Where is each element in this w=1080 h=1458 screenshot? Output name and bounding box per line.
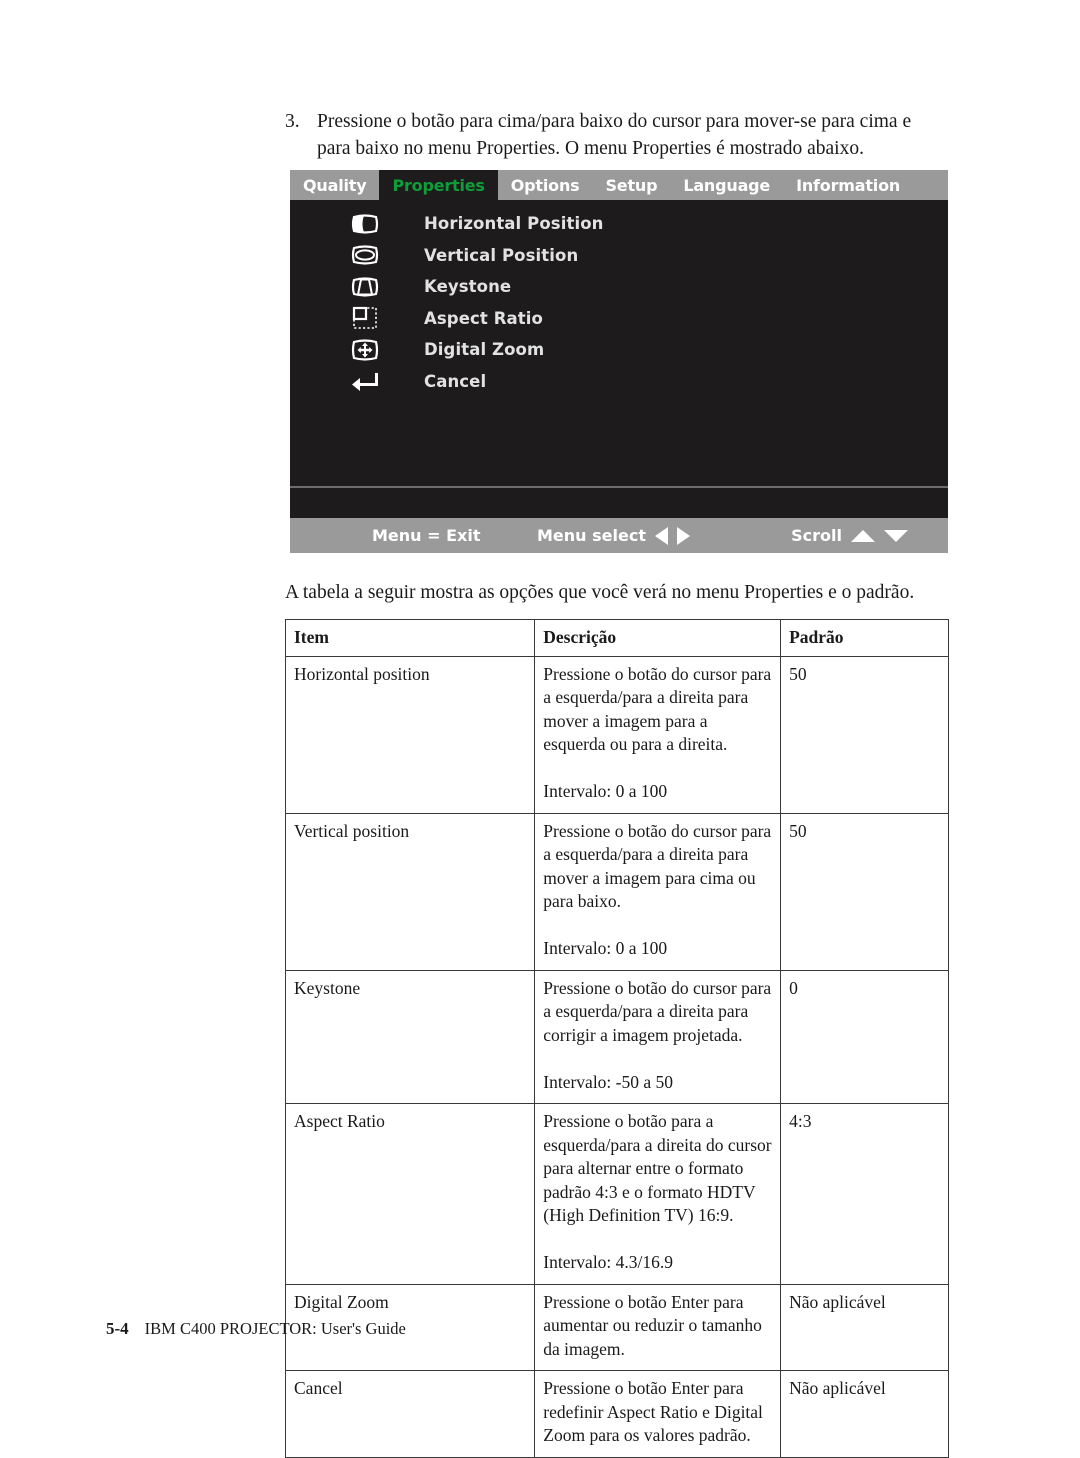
osd-tab-quality[interactable]: Quality — [290, 170, 379, 200]
osd-tab-options[interactable]: Options — [498, 170, 593, 200]
osd-item-digital-zoom[interactable]: Digital Zoom — [290, 334, 948, 366]
cell-range-text: Intervalo: 0 a 100 — [543, 781, 668, 801]
table-intro-text: A tabela a seguir mostra as opções que v… — [285, 582, 915, 603]
table-row: Cancel Pressione o botão Enter para rede… — [284, 1370, 949, 1458]
cell-descricao: Pressione o botão para a esquerda/para a… — [534, 1103, 782, 1285]
osd-footer-exit-label: Menu = Exit — [372, 526, 481, 545]
osd-item-horizontal-position[interactable]: Horizontal Position — [290, 208, 948, 240]
arrow-right-icon — [676, 526, 690, 545]
table-header-row: Item Descrição Padrão — [284, 619, 949, 657]
arrow-up-icon — [851, 529, 875, 542]
osd-item-label: Horizontal Position — [424, 214, 604, 234]
cell-description-text: Pressione o botão para a esquerda/para a… — [543, 1111, 772, 1225]
column-header-padrao: Padrão — [780, 619, 949, 657]
cell-padrao: 0 — [780, 969, 949, 1104]
cell-description-text: Pressione o botão do cursor para a esque… — [543, 820, 772, 912]
horizontal-position-icon — [348, 211, 382, 237]
osd-tab-information[interactable]: Information — [783, 170, 913, 200]
cell-spacer — [543, 757, 772, 781]
page-footer: 5-4 IBM C400 PROJECTOR: User's Guide — [106, 1319, 406, 1339]
cell-item: Vertical position — [284, 812, 536, 971]
osd-footer-menu-select: Menu select — [537, 526, 690, 545]
osd-item-label: Keystone — [424, 277, 512, 297]
cell-range-text: Intervalo: 0 a 100 — [543, 938, 668, 958]
cell-descricao: Pressione o botão Enter para aumentar ou… — [534, 1283, 782, 1371]
cell-range-text: Intervalo: 4.3/16.9 — [543, 1252, 674, 1272]
page-footer-title: IBM C400 PROJECTOR: User's Guide — [144, 1319, 406, 1338]
osd-item-label: Cancel — [424, 371, 487, 391]
enter-return-icon — [348, 368, 382, 394]
cell-padrao: 4:3 — [780, 1103, 949, 1285]
cell-item: Keystone — [284, 969, 536, 1104]
aspect-ratio-icon — [348, 305, 382, 331]
osd-footer-scroll-label: Scroll — [791, 526, 842, 545]
cell-spacer — [543, 914, 772, 938]
osd-item-aspect-ratio[interactable]: Aspect Ratio — [290, 303, 948, 335]
osd-tab-properties[interactable]: Properties — [379, 170, 498, 200]
step-number: 3. — [285, 111, 300, 132]
keystone-icon — [348, 274, 382, 300]
osd-footer-select-label: Menu select — [537, 526, 646, 545]
cell-descricao: Pressione o botão do cursor para a esque… — [534, 969, 782, 1104]
cell-spacer — [543, 1047, 772, 1071]
osd-item-label: Digital Zoom — [424, 340, 545, 360]
vertical-position-icon — [348, 242, 382, 268]
osd-item-label: Vertical Position — [424, 245, 579, 265]
cell-item: Cancel — [284, 1370, 536, 1458]
table-row: Vertical position Pressione o botão do c… — [284, 812, 949, 971]
arrow-down-icon — [884, 529, 908, 542]
osd-item-list: Horizontal Position Vertical Position Ke… — [290, 200, 948, 397]
column-header-item: Item — [284, 619, 536, 657]
osd-separator-line — [290, 486, 948, 488]
cell-item: Horizontal position — [284, 655, 536, 814]
step-text: Pressione o botão para cima/para baixo d… — [317, 111, 912, 159]
cell-description-text: Pressione o botão Enter para aumentar ou… — [543, 1291, 762, 1359]
osd-footer-scroll: Scroll — [791, 526, 908, 545]
cell-descricao: Pressione o botão do cursor para a esque… — [534, 655, 782, 814]
digital-zoom-icon — [348, 337, 382, 363]
cell-range-text: Intervalo: -50 a 50 — [543, 1071, 674, 1092]
step-paragraph: 3. Pressione o botão para cima/para baix… — [285, 108, 945, 162]
column-header-descricao: Descrição — [534, 619, 782, 657]
osd-tab-language[interactable]: Language — [670, 170, 783, 200]
cell-descricao: Pressione o botão Enter para redefinir A… — [534, 1370, 782, 1458]
cell-padrao: Não aplicável — [780, 1283, 949, 1371]
table-row: Keystone Pressione o botão do cursor par… — [284, 969, 949, 1104]
osd-footer-bar: Menu = Exit Menu select Scroll — [290, 518, 948, 553]
osd-item-keystone[interactable]: Keystone — [290, 271, 948, 303]
table-row: Aspect Ratio Pressione o botão para a es… — [284, 1103, 949, 1285]
cell-spacer — [543, 1228, 772, 1252]
arrow-left-icon — [654, 526, 668, 545]
cell-padrao: Não aplicável — [780, 1370, 949, 1458]
osd-tab-bar: Quality Properties Options Setup Languag… — [290, 170, 948, 200]
cell-item: Aspect Ratio — [284, 1103, 536, 1285]
cell-description-text: Pressione o botão do cursor para a esque… — [543, 663, 772, 755]
osd-item-vertical-position[interactable]: Vertical Position — [290, 240, 948, 272]
cell-padrao: 50 — [780, 812, 949, 971]
page-number: 5-4 — [106, 1319, 129, 1338]
cell-description-text: Pressione o botão Enter para redefinir A… — [543, 1378, 763, 1445]
osd-item-cancel[interactable]: Cancel — [290, 366, 948, 398]
osd-item-label: Aspect Ratio — [424, 308, 543, 328]
cell-padrao: 50 — [780, 655, 949, 814]
cell-description-text: Pressione o botão do cursor para a esque… — [543, 977, 772, 1045]
osd-menu-screenshot: Quality Properties Options Setup Languag… — [290, 170, 948, 553]
osd-tab-setup[interactable]: Setup — [592, 170, 670, 200]
cell-descricao: Pressione o botão do cursor para a esque… — [534, 812, 782, 971]
table-row: Horizontal position Pressione o botão do… — [284, 655, 949, 814]
